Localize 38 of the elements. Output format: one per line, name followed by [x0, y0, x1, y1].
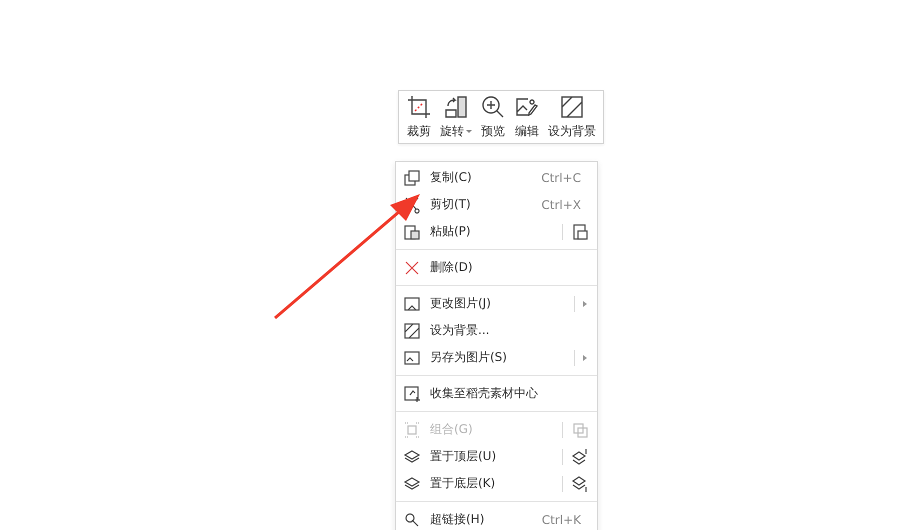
rotate-icon	[443, 94, 469, 120]
toolbar-button[interactable]: 编辑	[512, 94, 542, 140]
image-collect-icon	[403, 384, 421, 402]
menu-item[interactable]: 另存为图片(S)	[396, 344, 597, 371]
group-icon	[403, 420, 421, 438]
menu-item[interactable]: 置于底层(K)	[396, 470, 597, 497]
layers-icon	[403, 474, 421, 492]
menu-item[interactable]: 删除(D)	[396, 254, 597, 281]
menu-item[interactable]: 收集至稻壳素材中心	[396, 380, 597, 407]
toolbar-button[interactable]: 裁剪	[404, 94, 434, 140]
background-icon	[559, 94, 585, 120]
menu-item[interactable]: 更改图片(J)	[396, 290, 597, 317]
toolbar-button[interactable]: 预览	[478, 94, 508, 140]
shortcut-text: Ctrl+X	[541, 198, 581, 212]
layers-icon	[403, 448, 421, 466]
toolbar-button[interactable]: 旋转	[438, 94, 474, 140]
background-icon	[403, 322, 421, 340]
shortcut-text: Ctrl+C	[541, 170, 581, 184]
crop-icon	[406, 94, 432, 120]
menu-item[interactable]: 设为背景...	[396, 317, 597, 344]
submenu-arrow-icon	[583, 300, 587, 306]
submenu-arrow-icon	[583, 354, 587, 360]
menu-item[interactable]: 超链接(H) Ctrl+K	[396, 506, 597, 530]
zoom-in-icon	[480, 94, 506, 120]
menu-item[interactable]: 复制(C) Ctrl+C	[396, 164, 597, 191]
paste-image-icon	[571, 222, 589, 240]
send-to-back-icon	[571, 474, 589, 492]
paste-icon	[403, 222, 421, 240]
image-change-icon	[403, 294, 421, 312]
copy-icon	[403, 168, 421, 186]
toolbar-button[interactable]: 设为背景	[546, 94, 598, 140]
menu-item[interactable]: 粘贴(P)	[396, 218, 597, 245]
bring-to-front-icon	[571, 448, 589, 466]
shortcut-text: Ctrl+K	[542, 512, 581, 526]
delete-icon	[403, 258, 421, 276]
image-save-icon	[403, 348, 421, 366]
menu-item[interactable]: 置于顶层(U)	[396, 443, 597, 470]
group-icon	[571, 420, 589, 438]
